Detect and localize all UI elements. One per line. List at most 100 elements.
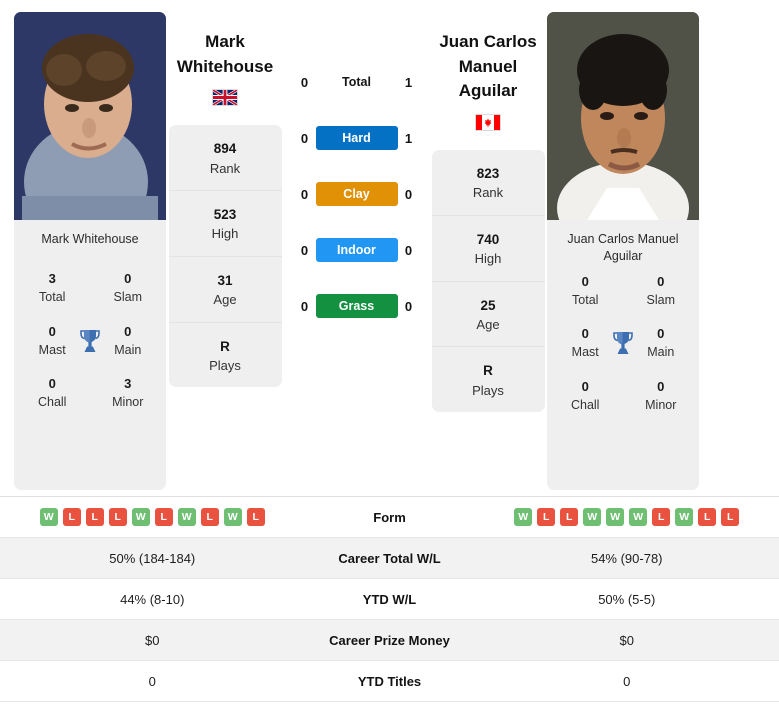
left-title-slam: 0 Slam [104, 270, 152, 306]
right-title-slam-value: 0 [657, 273, 665, 289]
left-player-name-line1: Mark [205, 32, 245, 51]
form-badge-win: W [629, 508, 648, 526]
right-titles-row-2: 0 Mast 0 Main [555, 325, 691, 361]
right-stat-high-label: High [474, 250, 502, 266]
row-label-career-prize-money: Career Prize Money [329, 632, 450, 648]
form-badge-loss: L [246, 508, 265, 526]
form-badge-loss: L [108, 508, 127, 526]
left-stat-plays-label: Plays [209, 357, 241, 373]
right-stat-age: 25 Age [431, 282, 545, 348]
right-title-slam: 0 Slam [637, 273, 685, 309]
left-titles-grid: 3 Total 0 Slam 0 Mast 0 Main 0 Chall 3 M… [14, 266, 166, 490]
left-title-mast-label: Mast [38, 342, 66, 357]
right-title-slam-label: Slam [646, 292, 676, 307]
comparison-table: WLLLWLWLWL Form WLLWWWLWLL 50% (184-184)… [0, 496, 779, 702]
left-titles-row-1: 3 Total 0 Slam [22, 270, 158, 306]
right-title-mast-label: Mast [571, 345, 599, 360]
right-title-chall-value: 0 [581, 379, 589, 395]
left-form-badges: WLLLWLWLWL [0, 508, 305, 526]
h2h-grass-left: 0 [300, 298, 309, 314]
row-label-career-total-wl: Career Total W/L [338, 550, 441, 566]
left-photo-caption: Mark Whitehouse [41, 232, 139, 246]
table-row-ytd-wl: 44% (8-10) YTD W/L 50% (5-5) [0, 579, 779, 620]
left-title-minor-label: Minor [112, 395, 144, 410]
left-player-card[interactable]: Mark Whitehouse 3 Total 0 Slam 0 Mast 0 … [14, 12, 166, 490]
gb-flag-icon [212, 89, 238, 107]
left-stat-high-value: 523 [213, 207, 237, 223]
form-badge-loss: L [652, 508, 671, 526]
h2h-row-indoor: 0 Indoor 0 [284, 236, 429, 264]
left-stat-plays-value: R [220, 338, 230, 354]
left-titles-row-2: 0 Mast 0 Main [22, 323, 158, 359]
right-titles-row-1: 0 Total 0 Slam [555, 273, 691, 309]
row-label-ytd-wl: YTD W/L [362, 591, 417, 607]
right-career-prize-money: $0 [619, 632, 634, 648]
right-player-name-line2: Manuel Aguilar [458, 56, 518, 101]
left-title-total-label: Total [39, 289, 66, 304]
left-title-minor: 3 Minor [104, 375, 152, 411]
left-title-chall-label: Chall [37, 395, 67, 410]
right-titles-grid: 0 Total 0 Slam 0 Mast 0 Main 0 Chall 0 M… [547, 269, 699, 490]
left-title-main-value: 0 [124, 323, 132, 339]
left-player-name-line2: Whitehouse [176, 56, 274, 76]
left-title-total-value: 3 [48, 271, 56, 286]
left-career-prize-money: $0 [145, 632, 160, 648]
h2h-hard-left: 0 [300, 130, 309, 146]
right-title-minor-label: Minor [645, 398, 677, 413]
right-ytd-titles: 0 [623, 673, 631, 689]
form-badge-win: W [39, 508, 58, 526]
h2h-row-grass: 0 Grass 0 [284, 292, 429, 320]
h2h-indoor-label[interactable]: Indoor [315, 237, 398, 263]
right-player-photo [547, 12, 699, 220]
h2h-total-right: 1 [404, 74, 413, 90]
left-title-main-label: Main [114, 342, 142, 357]
table-row-prize-money: $0 Career Prize Money $0 [0, 620, 779, 661]
h2h-total-label: Total [342, 75, 371, 89]
right-stats-box: 823 Rank 740 High 25 Age R Plays [431, 149, 545, 413]
form-badge-win: W [223, 508, 242, 526]
row-label-form: Form [373, 509, 406, 525]
form-badge-win: W [131, 508, 150, 526]
h2h-clay-label[interactable]: Clay [315, 181, 398, 207]
h2h-grass-right: 0 [404, 298, 413, 314]
left-ytd-wl: 44% (8-10) [120, 591, 185, 607]
right-title-mast: 0 Mast [561, 325, 609, 361]
right-stat-high: 740 High [431, 216, 545, 282]
form-badge-loss: L [154, 508, 173, 526]
right-stat-age-label: Age [476, 316, 500, 332]
right-stat-plays-label: Plays [472, 382, 504, 398]
right-photo-caption: Juan Carlos Manuel Aguilar [567, 232, 679, 263]
right-title-main: 0 Main [637, 325, 685, 361]
h2h-clay-left: 0 [300, 186, 309, 202]
left-stat-age: 31 Age [168, 257, 282, 323]
form-badge-loss: L [698, 508, 717, 526]
left-title-main: 0 Main [104, 323, 152, 359]
left-title-minor-value: 3 [124, 376, 132, 392]
h2h-hard-label[interactable]: Hard [315, 125, 398, 151]
left-stat-high-label: High [211, 226, 239, 242]
form-badge-loss: L [85, 508, 104, 526]
right-form-badges: WLLWWWLWLL [475, 508, 779, 526]
left-title-chall: 0 Chall [28, 375, 76, 411]
left-stat-age-label: Age [213, 292, 237, 308]
form-badge-loss: L [560, 508, 579, 526]
left-player-name[interactable]: Mark Whitehouse [177, 30, 273, 79]
right-player-name[interactable]: Juan Carlos Manuel Aguilar [429, 30, 547, 104]
right-title-main-label: Main [647, 345, 675, 360]
h2h-row-total: 0 Total 1 [284, 68, 429, 96]
left-stat-age-value: 31 [217, 272, 233, 288]
h2h-grass-label[interactable]: Grass [315, 293, 398, 319]
right-titles-row-3: 0 Chall 0 Minor [555, 378, 691, 414]
left-stat-plays: R Plays [169, 323, 282, 388]
right-ytd-wl: 50% (5-5) [598, 591, 656, 607]
left-career-total-wl: 50% (184-184) [109, 550, 196, 566]
right-title-total-label: Total [572, 292, 599, 307]
form-badge-loss: L [200, 508, 219, 526]
right-player-card[interactable]: Juan Carlos Manuel Aguilar 0 Total 0 Sla… [547, 12, 699, 490]
form-badge-win: W [675, 508, 694, 526]
left-stats-box: 894 Rank 523 High 31 Age R Plays [168, 125, 282, 388]
left-title-total: 3 Total [28, 270, 76, 306]
left-ytd-titles: 0 [148, 673, 156, 689]
left-titles-row-3: 0 Chall 3 Minor [22, 375, 158, 411]
right-title-minor: 0 Minor [637, 378, 685, 414]
